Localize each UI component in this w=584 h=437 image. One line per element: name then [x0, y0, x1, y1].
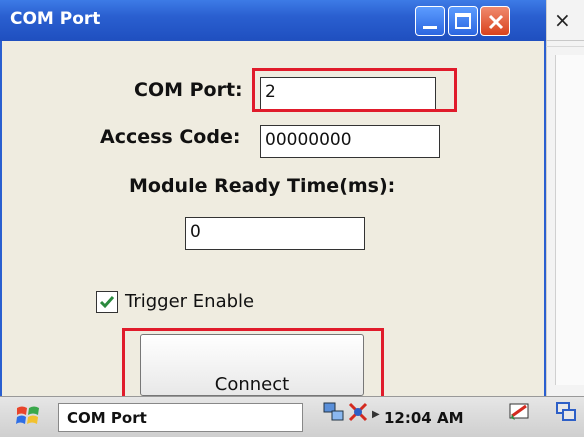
maximize-button[interactable]	[448, 6, 478, 36]
com-port-label: COM Port:	[134, 79, 243, 101]
network-icon[interactable]	[322, 400, 346, 424]
task-com-port[interactable]: COM Port	[58, 403, 303, 432]
minimize-icon	[423, 26, 437, 29]
divider	[546, 46, 584, 47]
dialog-body: COM Port: 2 Access Code: 00000000 Module…	[0, 41, 546, 400]
checkmark-icon	[99, 296, 115, 309]
access-code-input[interactable]: 00000000	[260, 125, 440, 158]
trigger-enable-label: Trigger Enable	[125, 291, 255, 312]
minimize-button[interactable]	[415, 6, 445, 36]
module-ready-time-label: Module Ready Time(ms):	[129, 175, 396, 197]
close-icon	[488, 14, 504, 30]
tray-arrow-icon[interactable]: ▶	[372, 409, 380, 420]
trigger-enable-checkbox[interactable]	[96, 291, 118, 313]
maximize-icon	[455, 13, 471, 29]
title-bar: COM Port	[0, 0, 546, 41]
module-ready-time-input[interactable]: 0	[185, 217, 365, 250]
close-button[interactable]	[480, 6, 510, 36]
background-panel	[555, 55, 584, 385]
access-code-label: Access Code:	[100, 126, 241, 148]
task-label: COM Port	[67, 409, 147, 427]
com-port-highlight	[252, 68, 457, 112]
background-close-button[interactable]: ×	[554, 8, 571, 32]
connect-highlight	[122, 328, 384, 400]
keyboard-input-icon[interactable]	[507, 400, 531, 424]
bluetooth-icon[interactable]	[346, 400, 370, 424]
clock[interactable]: 12:04 AM	[384, 409, 464, 427]
window-switch-icon[interactable]	[554, 400, 578, 424]
window-title: COM Port	[10, 9, 101, 29]
start-icon[interactable]	[14, 402, 42, 430]
taskbar: COM Port ▶ 12:04 AM	[0, 396, 584, 437]
divider	[546, 40, 584, 41]
